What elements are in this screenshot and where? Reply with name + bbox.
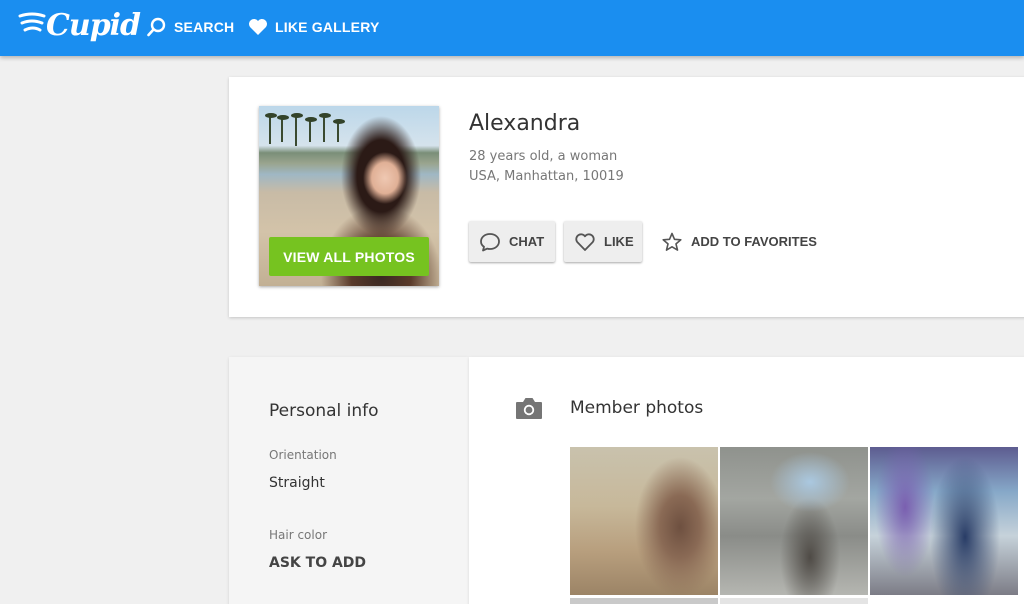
chat-bubble-icon: [480, 232, 500, 251]
heart-outline-icon: [575, 232, 595, 251]
camera-icon: [516, 398, 542, 419]
member-photo-thumbnail[interactable]: [720, 447, 868, 595]
nav-search-label: SEARCH: [174, 19, 235, 35]
top-navigation-bar: Cupid SEARCH LIKE GALLERY: [0, 0, 1024, 56]
palm-decoration: [265, 113, 277, 144]
palm-decoration: [277, 115, 289, 142]
profile-age-gender: 28 years old, a woman: [469, 149, 618, 164]
chat-button[interactable]: CHAT: [469, 221, 555, 262]
profile-name: Alexandra: [469, 111, 581, 136]
nav-like-gallery[interactable]: LIKE GALLERY: [247, 15, 380, 39]
like-button[interactable]: LIKE: [564, 221, 642, 262]
hair-color-label: Hair color: [269, 528, 328, 542]
member-photo-thumbnail[interactable]: [570, 598, 718, 604]
orientation-label: Orientation: [269, 448, 337, 462]
star-outline-icon: [662, 232, 682, 251]
palm-decoration: [305, 117, 317, 142]
nav-search[interactable]: SEARCH: [146, 15, 234, 39]
hair-color-ask-to-add[interactable]: ASK TO ADD: [269, 555, 366, 571]
orientation-value: Straight: [269, 475, 325, 491]
palm-decoration: [291, 113, 303, 146]
palm-decoration: [333, 119, 345, 142]
add-to-favorites-label: ADD TO FAVORITES: [691, 234, 817, 249]
member-photo-thumbnail[interactable]: [720, 598, 868, 604]
profile-photo[interactable]: VIEW ALL PHOTOS: [259, 106, 439, 286]
add-to-favorites-button[interactable]: ADD TO FAVORITES: [661, 221, 817, 262]
profile-location: USA, Manhattan, 10019: [469, 169, 624, 184]
view-all-photos-button[interactable]: VIEW ALL PHOTOS: [269, 237, 429, 276]
heart-icon: [249, 19, 267, 35]
like-button-label: LIKE: [604, 234, 634, 249]
personal-info-panel: Personal info Orientation Straight Hair …: [229, 357, 469, 604]
nav-like-gallery-label: LIKE GALLERY: [275, 19, 380, 35]
member-photos-panel: Member photos: [469, 357, 1024, 604]
search-icon: [147, 17, 166, 37]
chat-button-label: CHAT: [509, 234, 545, 249]
personal-info-title: Personal info: [269, 401, 379, 421]
logo-wordmark: Cupid: [46, 8, 141, 43]
member-photo-thumbnail[interactable]: [570, 447, 718, 595]
profile-card: VIEW ALL PHOTOS Alexandra 28 years old, …: [229, 77, 1024, 317]
member-photo-thumbnail[interactable]: [870, 447, 1018, 595]
cupid-logo[interactable]: Cupid: [18, 6, 141, 50]
member-photos-title: Member photos: [570, 398, 704, 418]
palm-decoration: [319, 113, 331, 142]
